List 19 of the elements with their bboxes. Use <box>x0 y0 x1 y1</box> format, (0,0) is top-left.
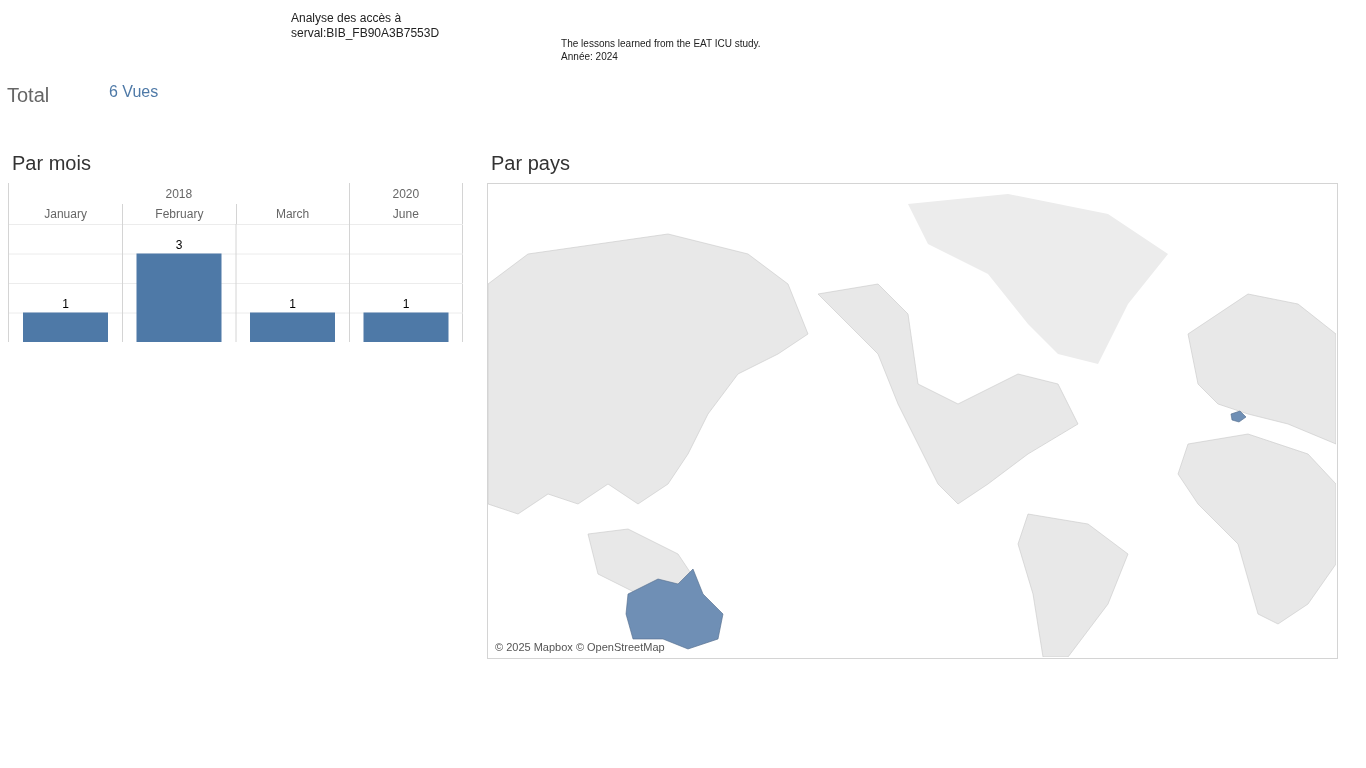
year-label: 2018 <box>165 185 193 203</box>
month-label: June <box>392 206 419 223</box>
year-label: 2020 <box>392 185 420 203</box>
month-label: March <box>275 206 310 223</box>
section-title: Par mois <box>12 151 92 176</box>
total-views: 6 Vues <box>109 82 159 102</box>
publication-info: Année: 2024 <box>561 50 619 63</box>
bar-value-label: 1 <box>289 296 296 311</box>
page-title: serval:BIB_FB90A3B7553D <box>291 26 440 41</box>
month-label: February <box>155 206 204 223</box>
month-label: January <box>44 206 87 223</box>
map-attribution: © 2025 Mapbox © OpenStreetMap <box>495 639 665 655</box>
bar-value-label: 1 <box>62 296 69 311</box>
page-title: Analyse des accès à <box>291 11 403 26</box>
section-title: Par pays <box>491 151 571 176</box>
bar-value-label: 1 <box>402 296 410 311</box>
publication-info: The lessons learned from the EAT ICU study. <box>561 37 761 50</box>
bar-value-label: 3 <box>175 237 183 252</box>
total-label: Total <box>7 83 51 108</box>
